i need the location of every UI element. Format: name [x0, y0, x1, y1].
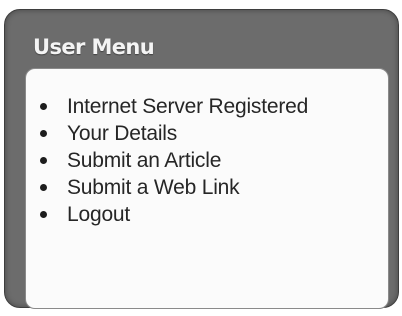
bullet-icon [40, 130, 47, 137]
menu-item-submit-article: Submit an Article [40, 147, 308, 174]
bullet-icon [40, 184, 47, 191]
page: User Menu Internet Server Registered You… [0, 0, 402, 316]
menu-item-logout: Logout [40, 201, 308, 228]
user-menu-list: Internet Server Registered Your Details … [40, 93, 308, 228]
bullet-icon [40, 211, 47, 218]
user-menu-module: User Menu Internet Server Registered You… [4, 9, 399, 309]
bullet-icon [40, 157, 47, 164]
submit-web-link-link[interactable]: Submit a Web Link [67, 176, 240, 200]
logout-link[interactable]: Logout [67, 203, 130, 227]
menu-item-internet-server-registered: Internet Server Registered [40, 93, 308, 120]
bullet-icon [40, 103, 47, 110]
user-menu-body: Internet Server Registered Your Details … [25, 68, 389, 309]
submit-article-link[interactable]: Submit an Article [67, 149, 221, 173]
menu-item-submit-web-link: Submit a Web Link [40, 174, 308, 201]
user-menu-title: User Menu [33, 35, 155, 59]
menu-item-your-details: Your Details [40, 120, 308, 147]
internet-server-registered-link[interactable]: Internet Server Registered [67, 95, 308, 119]
your-details-link[interactable]: Your Details [67, 122, 177, 146]
